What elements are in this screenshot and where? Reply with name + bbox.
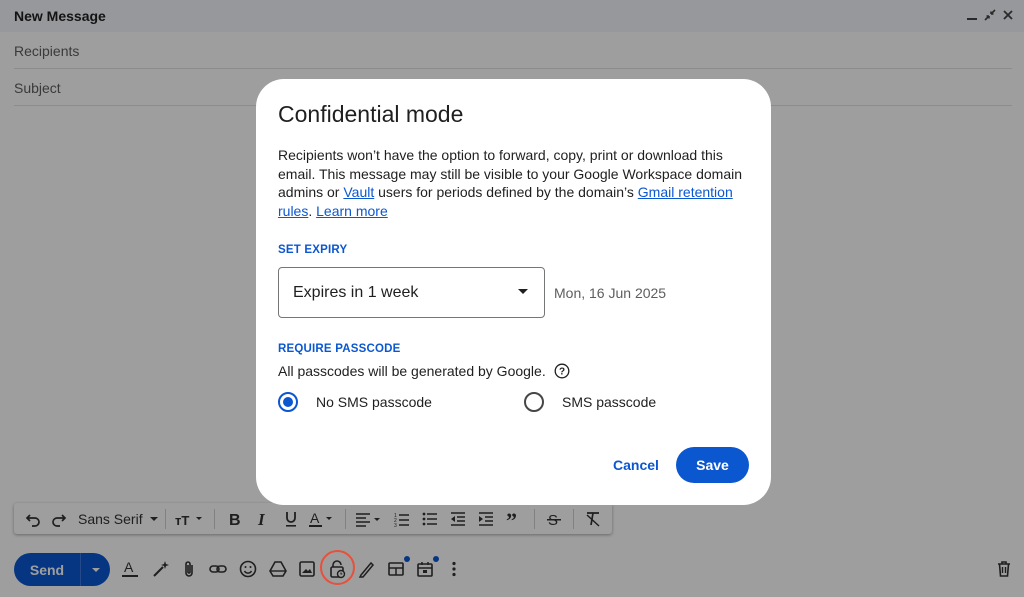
confidential-mode-highlight bbox=[320, 550, 355, 585]
confidential-mode-dialog: Confidential mode Recipients won’t have … bbox=[256, 79, 771, 505]
sms-passcode-option[interactable]: SMS passcode bbox=[524, 392, 656, 412]
require-passcode-label: REQUIRE PASSCODE bbox=[278, 343, 401, 355]
sms-radio[interactable] bbox=[524, 392, 544, 412]
caret-down-icon bbox=[518, 289, 528, 294]
expiry-date: Mon, 16 Jun 2025 bbox=[554, 285, 667, 301]
passcode-info-text: All passcodes will be generated by Googl… bbox=[278, 363, 546, 379]
help-icon[interactable]: ? bbox=[554, 363, 570, 379]
save-button[interactable]: Save bbox=[676, 447, 749, 483]
dialog-description: Recipients won’t have the option to forw… bbox=[278, 146, 748, 220]
passcode-info: All passcodes will be generated by Googl… bbox=[278, 363, 570, 379]
set-expiry-label: SET EXPIRY bbox=[278, 244, 348, 256]
description-text: users for periods defined by the domain’… bbox=[374, 184, 638, 200]
no-sms-radio[interactable] bbox=[278, 392, 298, 412]
description-text: . bbox=[308, 202, 317, 219]
no-sms-label: No SMS passcode bbox=[316, 394, 432, 410]
expiry-select[interactable]: Expires in 1 week bbox=[278, 267, 545, 318]
sms-label: SMS passcode bbox=[562, 394, 657, 410]
no-sms-passcode-option[interactable]: No SMS passcode bbox=[278, 392, 432, 412]
dialog-title: Confidential mode bbox=[278, 101, 464, 127]
expiry-select-value: Expires in 1 week bbox=[293, 283, 419, 301]
cancel-button[interactable]: Cancel bbox=[606, 454, 666, 476]
svg-text:?: ? bbox=[559, 367, 565, 378]
learn-more-link[interactable]: Learn more bbox=[316, 203, 388, 219]
vault-link[interactable]: Vault bbox=[343, 184, 374, 200]
